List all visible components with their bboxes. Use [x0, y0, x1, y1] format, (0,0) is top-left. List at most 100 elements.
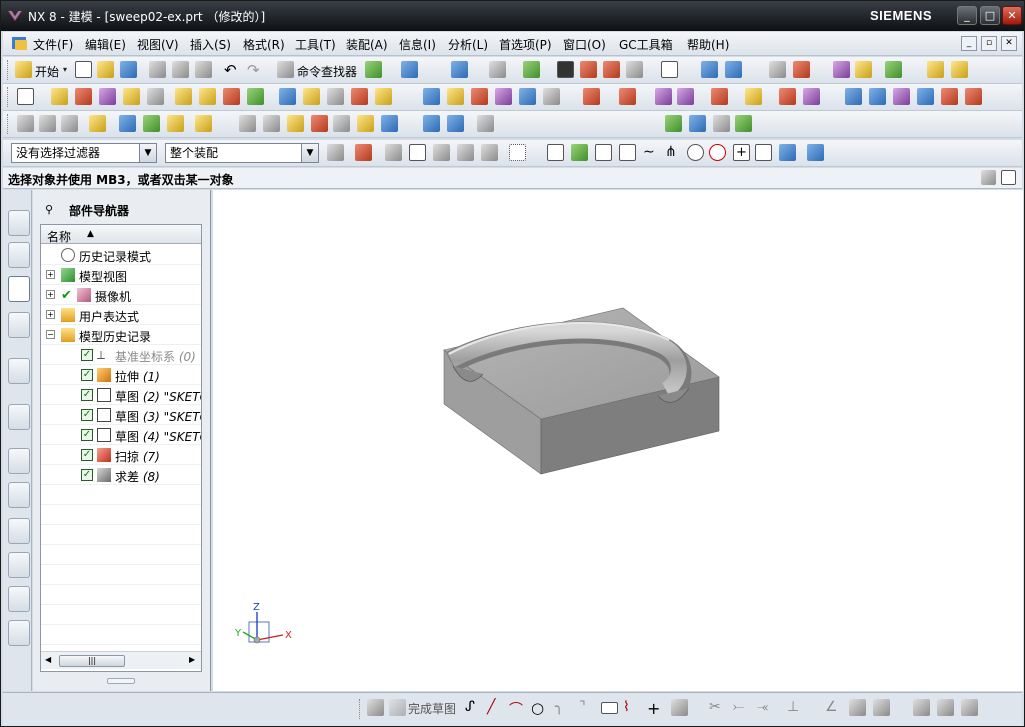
circle-icon[interactable]: ○: [531, 699, 548, 717]
redo-icon[interactable]: ↷: [247, 61, 264, 79]
open-folder-icon[interactable]: [97, 61, 114, 78]
menu-window[interactable]: 窗口(O): [563, 36, 606, 53]
menu-tools[interactable]: 工具(T): [295, 36, 336, 53]
sync-offset-icon[interactable]: [655, 88, 672, 105]
fillet-icon[interactable]: ╮: [555, 699, 572, 716]
scroll-right-icon[interactable]: ▶: [189, 655, 195, 664]
offset-curve-icon[interactable]: [311, 115, 328, 132]
trim-body-icon[interactable]: [279, 88, 296, 105]
unite-icon[interactable]: [423, 88, 440, 105]
panel-resize-grip[interactable]: [107, 678, 135, 684]
datum-csys-icon[interactable]: [543, 88, 560, 105]
offset-sketch-icon[interactable]: [671, 699, 688, 716]
start-menu-button[interactable]: 开始: [35, 63, 59, 80]
model-canvas[interactable]: Z X Y: [213, 190, 1023, 691]
reuse-library-tab[interactable]: [8, 312, 30, 338]
expand-icon[interactable]: +: [46, 270, 55, 279]
sketch-icon[interactable]: [17, 88, 34, 105]
menu-info[interactable]: 信息(I): [399, 36, 436, 53]
cube-view-icon[interactable]: [807, 144, 824, 161]
trim-icon[interactable]: ✂: [709, 699, 726, 716]
draft-icon[interactable]: [223, 88, 240, 105]
box-gray-icon[interactable]: [626, 61, 643, 78]
sync-pull-icon[interactable]: [619, 88, 636, 105]
graphics-window[interactable]: Z X Y: [213, 190, 1023, 691]
pin-icon[interactable]: ⚲: [45, 203, 57, 216]
checkbox[interactable]: ✓: [81, 449, 93, 461]
snap-line-icon[interactable]: [595, 144, 612, 161]
move-feature-icon[interactable]: [119, 115, 136, 132]
menu-gc-toolbox[interactable]: GC工具箱: [619, 36, 673, 53]
text-curve-icon[interactable]: [287, 115, 304, 132]
tree-item-cameras[interactable]: + ✔ 摄像机: [41, 285, 201, 305]
hole-icon[interactable]: [99, 88, 116, 105]
process-studio-tab[interactable]: [8, 482, 30, 508]
maximize-button[interactable]: □: [980, 6, 1000, 25]
checkbox[interactable]: ✓: [81, 369, 93, 381]
part-navigator-tree[interactable]: 名称 ▲ 历史记录模式 + 模型视图 + ✔ 摄像机 + 用户表达式 − 模型历…: [40, 224, 202, 672]
constraint-sketch-icon[interactable]: ⊥: [787, 699, 804, 716]
web-browser-tab[interactable]: [8, 358, 30, 384]
snap-bound-icon[interactable]: [779, 144, 796, 161]
sketch-reattach-icon[interactable]: [961, 699, 978, 716]
status-icon[interactable]: [981, 170, 996, 185]
feature-playback-icon[interactable]: [167, 115, 184, 132]
background-icon[interactable]: [661, 61, 678, 78]
expression-icon[interactable]: [423, 115, 440, 132]
profile-icon[interactable]: ᔑ: [465, 699, 482, 716]
selection-filter-dropdown[interactable]: 没有选择过滤器 ▼: [11, 143, 157, 163]
analysis-icon[interactable]: [701, 61, 718, 78]
assembly-icon[interactable]: [769, 61, 786, 78]
expand-icon[interactable]: +: [46, 290, 55, 299]
feature-param-icon[interactable]: [39, 115, 56, 132]
menu-assembly[interactable]: 装配(A): [346, 36, 388, 53]
paste-icon[interactable]: [195, 61, 212, 78]
snap-existing-point-icon[interactable]: +: [733, 144, 750, 161]
full-screen-icon[interactable]: [1001, 170, 1016, 185]
sync-pattern-icon[interactable]: [779, 88, 796, 105]
shell-icon[interactable]: [247, 88, 264, 105]
deselect-icon[interactable]: [385, 144, 402, 161]
doc-restore-button[interactable]: ▫: [981, 36, 997, 51]
part-model[interactable]: [443, 307, 720, 475]
title-bar[interactable]: NX 8 - 建模 - [sweep02-ex.prt （修改的）] SIEME…: [1, 1, 1024, 31]
chamfer-icon[interactable]: [199, 88, 216, 105]
suppress-icon[interactable]: [89, 115, 106, 132]
helix-icon[interactable]: [263, 115, 280, 132]
menu-preferences[interactable]: 首选项(P): [499, 36, 552, 53]
polygon-icon[interactable]: ⌇: [623, 699, 640, 716]
menu-file[interactable]: 文件(F): [33, 36, 73, 53]
intersect-curve-icon[interactable]: [357, 115, 374, 132]
undo-icon[interactable]: ↶: [224, 61, 241, 79]
menu-view[interactable]: 视图(V): [137, 36, 179, 53]
fit-view-icon[interactable]: [451, 61, 468, 78]
tree-item-sketch-3[interactable]: ✓ 草图 (3) "SKETC: [41, 405, 201, 425]
checkbox[interactable]: ✓: [81, 429, 93, 441]
shaded-icon[interactable]: [557, 61, 574, 78]
manufacturing-wizard-tab[interactable]: [8, 518, 30, 544]
finish-sketch-icon[interactable]: [389, 699, 406, 716]
tree-item-model-views[interactable]: + 模型视图: [41, 265, 201, 285]
corner-icon[interactable]: ⤛: [757, 699, 774, 716]
system-materials-tab[interactable]: [8, 448, 30, 474]
line-icon[interactable]: ╱: [487, 699, 504, 716]
sync-resize-icon[interactable]: [745, 88, 762, 105]
part-navigator-tab[interactable]: [8, 276, 30, 302]
snap-intersection-icon[interactable]: ⋔: [665, 144, 682, 161]
cut-icon[interactable]: [149, 61, 166, 78]
menu-edit[interactable]: 编辑(E): [85, 36, 126, 53]
menu-analysis[interactable]: 分析(L): [448, 36, 488, 53]
chevron-down-icon[interactable]: ▼: [301, 144, 318, 162]
feature-select-icon[interactable]: [433, 144, 450, 161]
select-mode-icon[interactable]: [409, 144, 426, 161]
command-finder-button[interactable]: 命令查找器: [297, 63, 357, 80]
collapse-icon[interactable]: −: [46, 330, 55, 339]
roles-tab[interactable]: [8, 552, 30, 578]
snap-endpoint-icon[interactable]: [547, 144, 564, 161]
replace-feature-icon[interactable]: [143, 115, 160, 132]
sweep-icon[interactable]: [893, 88, 910, 105]
toolbar-grip[interactable]: [7, 87, 10, 107]
system-scene-tab[interactable]: [8, 586, 30, 612]
rectangle-icon[interactable]: [601, 702, 618, 714]
chamfer-sketch-icon[interactable]: ⌝: [579, 699, 596, 716]
